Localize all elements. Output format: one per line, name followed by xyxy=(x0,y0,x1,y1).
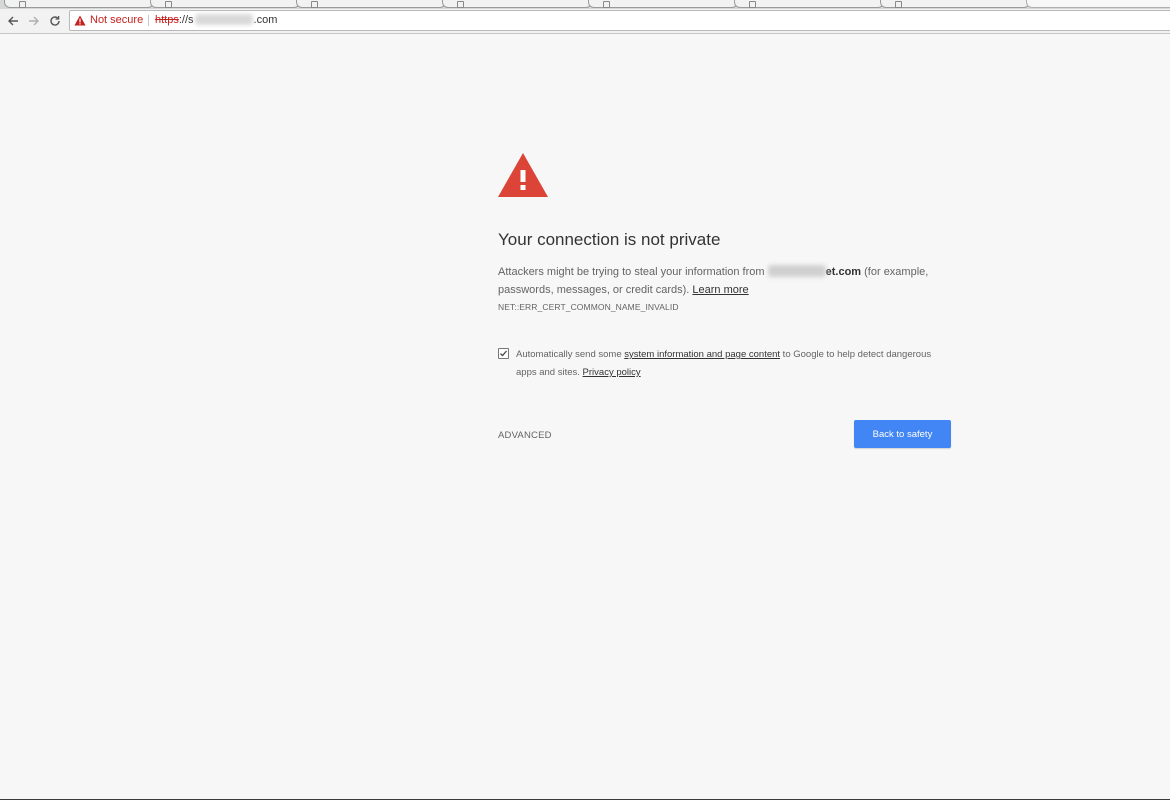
checkmark-icon xyxy=(500,350,507,357)
address-bar[interactable]: Not secure https://s .com xyxy=(69,10,1170,31)
system-info-link[interactable]: system information and page content xyxy=(624,349,780,360)
tab[interactable] xyxy=(4,0,154,8)
page-title: Your connection is not private xyxy=(498,230,721,249)
url-text[interactable]: https://s .com xyxy=(155,11,277,30)
tab-favicon-icon xyxy=(165,1,172,8)
warning-icon xyxy=(498,153,548,197)
advanced-button[interactable]: ADVANCED xyxy=(498,430,552,441)
url-host-start: s xyxy=(188,14,194,26)
tab-favicon-icon xyxy=(457,1,464,8)
back-to-safety-button[interactable]: Back to safety xyxy=(854,420,951,448)
omnibox-separator xyxy=(148,15,149,26)
url-separator: :// xyxy=(178,14,189,26)
tab-favicon-icon xyxy=(311,1,318,8)
report-prefix: Automatically send some xyxy=(516,349,625,360)
url-scheme: https xyxy=(155,14,179,26)
reload-icon xyxy=(50,16,60,26)
redacted-domain xyxy=(767,265,826,277)
report-text: Automatically send some system informati… xyxy=(516,346,936,382)
url-host-end: .com xyxy=(253,14,278,26)
privacy-policy-link[interactable]: Privacy policy xyxy=(583,367,641,378)
tab-favicon-icon xyxy=(895,1,902,8)
not-secure-label[interactable]: Not secure xyxy=(90,11,143,30)
tab[interactable] xyxy=(880,0,1030,8)
back-arrow-icon xyxy=(8,16,18,26)
tab[interactable] xyxy=(734,0,884,8)
tab-favicon-icon xyxy=(603,1,610,8)
report-checkbox[interactable] xyxy=(498,348,509,359)
explanation-prefix: Attackers might be trying to steal your … xyxy=(498,266,768,278)
tab[interactable] xyxy=(150,0,300,8)
tab[interactable] xyxy=(588,0,738,8)
error-code: NET::ERR_CERT_COMMON_NAME_INVALID xyxy=(498,302,679,312)
warning-icon xyxy=(74,15,86,26)
explanation-domain: et.com xyxy=(825,266,862,278)
tab-favicon-icon xyxy=(19,1,26,8)
explanation-paragraph: Attackers might be trying to steal your … xyxy=(498,263,953,299)
tab[interactable] xyxy=(296,0,446,8)
forward-button[interactable] xyxy=(25,12,43,30)
back-button[interactable] xyxy=(4,12,22,30)
learn-more-link[interactable]: Learn more xyxy=(692,284,748,296)
redacted-host xyxy=(194,14,253,25)
tab[interactable] xyxy=(442,0,592,8)
reload-button[interactable] xyxy=(46,12,64,30)
browser-toolbar: Not secure https://s .com xyxy=(0,9,1170,34)
tab-favicon-icon xyxy=(749,1,756,8)
tab-strip xyxy=(0,0,1170,9)
tab-active[interactable] xyxy=(1026,0,1170,8)
forward-arrow-icon xyxy=(29,16,39,26)
